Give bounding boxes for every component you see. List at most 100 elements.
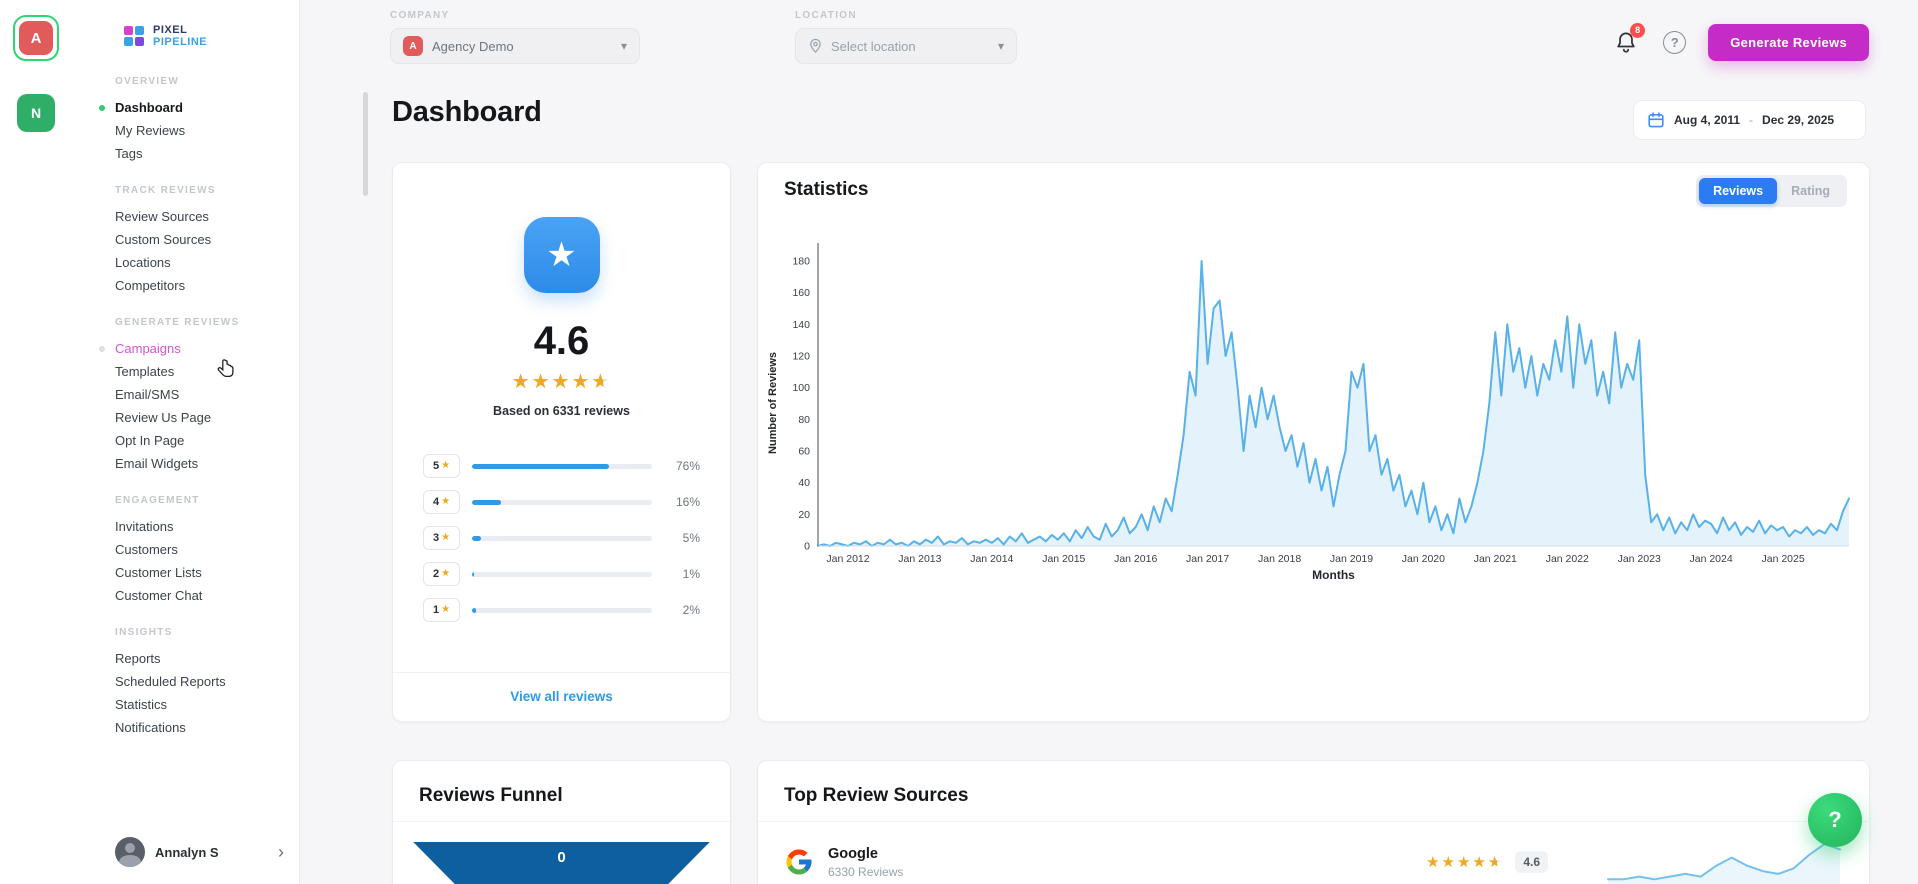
rating-bar-1-star: 1 ★ 2%	[423, 592, 700, 628]
bar-fill	[472, 499, 501, 505]
svg-text:Jan 2014: Jan 2014	[970, 553, 1013, 565]
review-count-caption: Based on 6331 reviews	[493, 404, 630, 418]
location-pin-icon	[808, 38, 823, 54]
star-count-pill: 1 ★	[423, 598, 460, 622]
bar-percentage: 76%	[675, 459, 700, 473]
funnel-title: Reviews Funnel	[419, 785, 563, 806]
chart-mode-toggle: Reviews Rating	[1696, 175, 1847, 207]
rating-bar-4-star: 4 ★ 16%	[423, 484, 700, 520]
source-name: Google	[828, 845, 878, 862]
page-title: Dashboard	[392, 96, 542, 128]
svg-text:160: 160	[792, 287, 810, 299]
sidebar-item-templates[interactable]: Templates	[115, 360, 299, 383]
svg-text:Jan 2012: Jan 2012	[826, 553, 869, 565]
header-actions: 8 ? Generate Reviews	[1613, 22, 1869, 61]
sidebar-item-label: Tags	[115, 146, 143, 161]
svg-text:Jan 2013: Jan 2013	[898, 553, 941, 565]
bar-track	[472, 463, 652, 469]
sidebar-item-email-sms[interactable]: Email/SMS	[115, 383, 299, 406]
top-review-sources-card: Top Review Sources Google 6330 Reviews ★…	[757, 760, 1870, 884]
sidebar-item-email-widgets[interactable]: Email Widgets	[115, 452, 299, 475]
sidebar-item-label: Invitations	[115, 519, 174, 534]
statistics-card: 0 20 40 60 80 100 120 140 160 180 Jan 2012 Jan 2013…	[757, 162, 1870, 722]
funnel-top-segment: 0	[413, 842, 710, 884]
bar-percentage: 1%	[682, 567, 700, 581]
sidebar-item-review-sources[interactable]: Review Sources	[115, 205, 299, 228]
view-all-reviews-link[interactable]: View all reviews	[393, 673, 730, 721]
workspace-rail: A N	[0, 0, 70, 884]
svg-text:Jan 2021: Jan 2021	[1474, 553, 1517, 565]
sidebar-item-tags[interactable]: Tags	[115, 142, 299, 165]
company-label: COMPANY	[390, 10, 450, 21]
notifications-bell-button[interactable]: 8	[1613, 22, 1646, 57]
date-range-picker[interactable]: Aug 4, 2011 - Dec 29, 2025	[1633, 100, 1866, 140]
bar-percentage: 2%	[682, 603, 700, 617]
sidebar-item-reports[interactable]: Reports	[115, 647, 299, 670]
rating-distribution: 5 ★ 76% 4 ★ 16% 3 ★ 5% 2 ★ 1% 1 ★ 2%	[393, 448, 730, 628]
company-dropdown[interactable]: A Agency Demo ▾	[390, 28, 640, 64]
active-indicator-dot	[99, 105, 105, 111]
chevron-down-icon: ▾	[997, 39, 1004, 53]
location-dropdown[interactable]: Select location ▾	[795, 28, 1017, 64]
header-help-button[interactable]: ?	[1663, 31, 1687, 54]
star-icon: ★	[441, 496, 451, 507]
sidebar-item-notifications[interactable]: Notifications	[115, 716, 299, 739]
sidebar-item-invitations[interactable]: Invitations	[115, 515, 299, 538]
sidebar-user[interactable]: Annalyn S ›	[70, 830, 300, 874]
sidebar-item-opt-in-page[interactable]: Opt In Page	[115, 429, 299, 452]
toggle-reviews[interactable]: Reviews	[1699, 178, 1778, 204]
sidebar-item-label: Scheduled Reports	[115, 674, 226, 689]
sidebar-item-customer-chat[interactable]: Customer Chat	[115, 584, 299, 607]
sidebar-item-label: Custom Sources	[115, 232, 212, 247]
reviews-funnel-card: Reviews Funnel 0	[392, 760, 731, 884]
sidebar-item-locations[interactable]: Locations	[115, 251, 299, 274]
svg-text:Jan 2019: Jan 2019	[1330, 553, 1373, 565]
statistics-title: Statistics	[784, 179, 869, 200]
sidebar-item-dashboard[interactable]: Dashboard	[99, 96, 299, 119]
chevron-right-icon: ›	[278, 841, 284, 862]
bar-track	[472, 607, 652, 613]
sidebar-item-campaigns[interactable]: Campaigns	[99, 337, 299, 360]
svg-text:Months: Months	[1312, 568, 1355, 582]
sidebar-item-label: Customers	[115, 542, 178, 557]
generate-reviews-button[interactable]: Generate Reviews	[1708, 24, 1869, 61]
workspace-avatar-active[interactable]: A	[13, 15, 59, 61]
bar-percentage: 5%	[682, 531, 700, 545]
sidebar-item-my-reviews[interactable]: My Reviews	[115, 119, 299, 142]
sidebar-item-customer-lists[interactable]: Customer Lists	[115, 561, 299, 584]
rating-summary-card: ★ 4.6 ★★★★★ ★★★★★ Based on 6331 reviews 5…	[392, 162, 731, 722]
sidebar-item-statistics[interactable]: Statistics	[115, 693, 299, 716]
rating-stars: ★★★★★ ★★★★★	[511, 371, 612, 393]
sidebar-item-competitors[interactable]: Competitors	[115, 274, 299, 297]
star-count-pill: 2 ★	[423, 562, 460, 586]
bar-fill	[472, 607, 476, 613]
hover-indicator-dot	[99, 346, 105, 352]
help-button[interactable]: ?	[1808, 793, 1862, 847]
source-row-google[interactable]: Google 6330 Reviews ★★★★★ ★★★★★ 4.6	[758, 822, 1869, 884]
sidebar-item-customers[interactable]: Customers	[115, 538, 299, 561]
sidebar-scrollbar-thumb[interactable]	[363, 92, 368, 196]
location-selector-group: LOCATION Select location ▾	[795, 10, 1017, 64]
workspace-avatar-n[interactable]: N	[17, 94, 55, 132]
sidebar-nav: OVERVIEW Dashboard My Reviews Tags TRACK REV…	[70, 76, 299, 739]
sidebar-item-label: Reports	[115, 651, 161, 666]
toggle-rating[interactable]: Rating	[1777, 178, 1844, 204]
sidebar-item-review-us-page[interactable]: Review Us Page	[115, 406, 299, 429]
sidebar-item-label: Review Us Page	[115, 410, 212, 425]
average-rating: 4.6	[533, 319, 590, 363]
logo-text-pipeline: PIPELINE	[153, 36, 208, 48]
rating-bar-5-star: 5 ★ 76%	[423, 448, 700, 484]
sidebar: PIXEL PIPELINE OVERVIEW Dashboard My Revie…	[70, 0, 368, 884]
sources-title: Top Review Sources	[784, 785, 969, 806]
svg-text:Jan 2025: Jan 2025	[1761, 553, 1804, 565]
sidebar-item-custom-sources[interactable]: Custom Sources	[115, 228, 299, 251]
sidebar-item-label: Email/SMS	[115, 387, 180, 402]
funnel-value: 0	[557, 849, 566, 866]
svg-text:120: 120	[792, 351, 810, 363]
sidebar-item-scheduled-reports[interactable]: Scheduled Reports	[115, 670, 299, 693]
sidebar-item-label: Notifications	[115, 720, 186, 735]
company-value: Agency Demo	[432, 38, 514, 54]
logo-text-pixel: PIXEL	[153, 24, 188, 36]
location-placeholder: Select location	[831, 38, 916, 54]
svg-text:140: 140	[792, 319, 810, 331]
